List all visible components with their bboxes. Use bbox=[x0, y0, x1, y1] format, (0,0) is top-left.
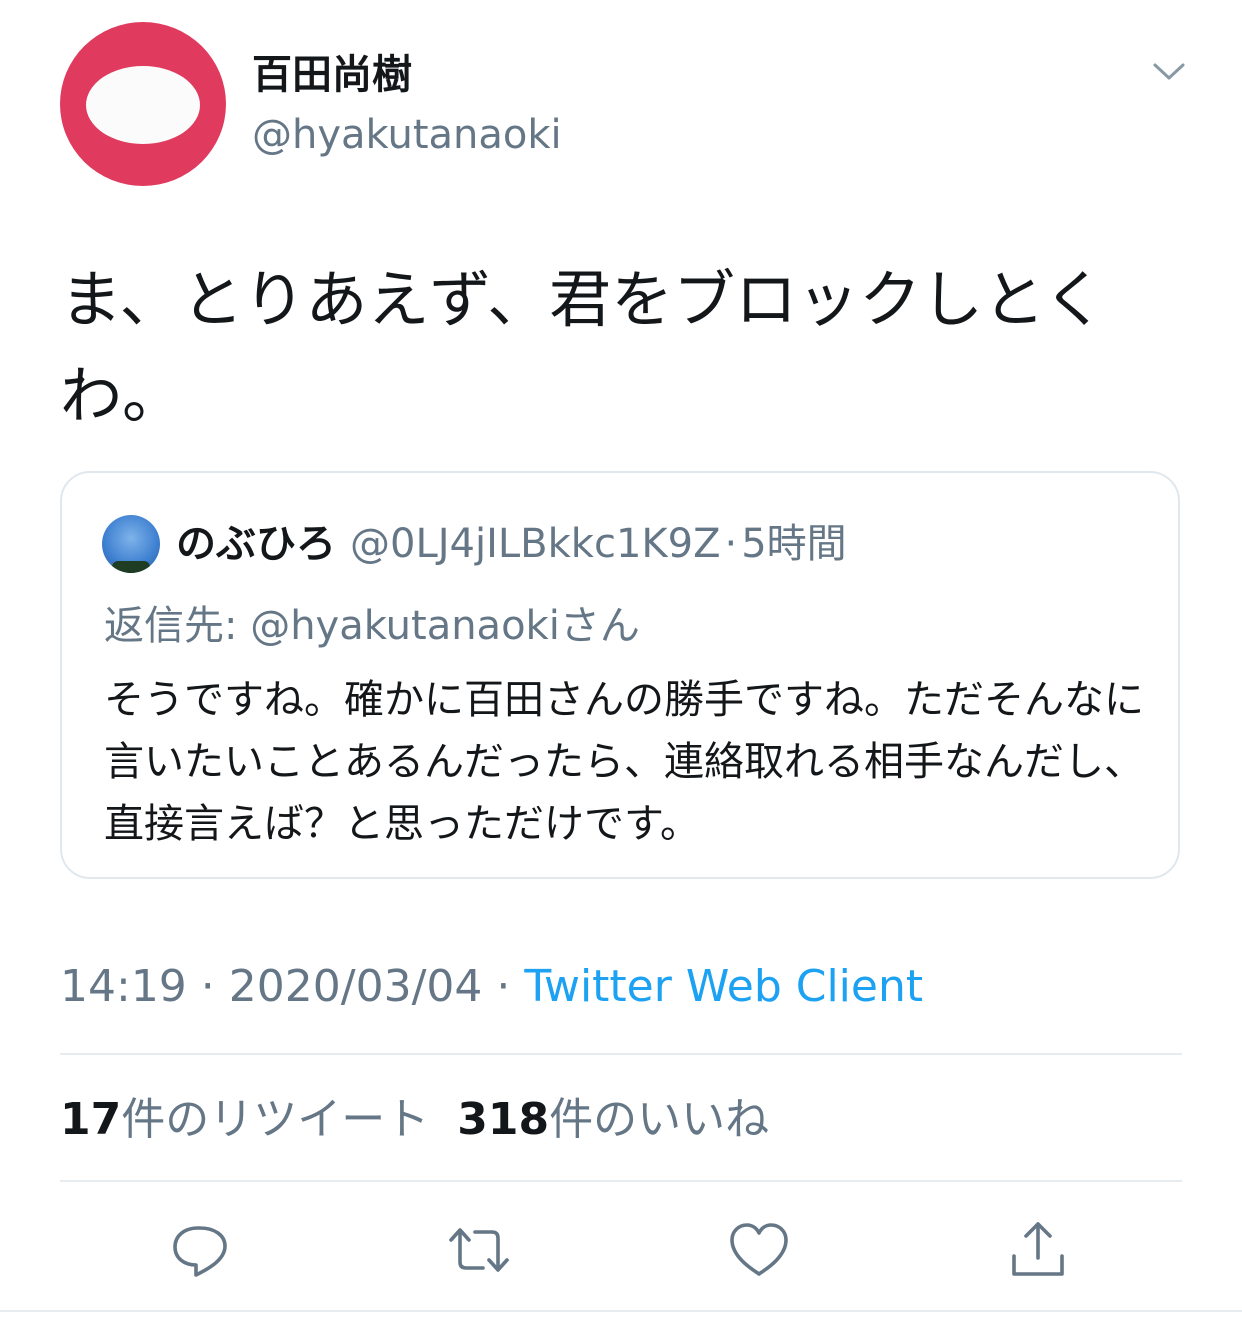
chevron-down-icon[interactable] bbox=[1150, 56, 1188, 86]
quoted-handle[interactable]: @0LJ4jILBkkc1K9Z bbox=[350, 521, 720, 567]
meta-separator: · bbox=[482, 961, 525, 1012]
client-link[interactable]: Twitter Web Client bbox=[524, 961, 923, 1012]
divider bbox=[60, 1180, 1182, 1182]
quoted-avatar[interactable] bbox=[102, 515, 160, 573]
divider bbox=[0, 1310, 1242, 1312]
retweet-stat[interactable]: 17件のリツイート bbox=[60, 1094, 429, 1145]
like-stat[interactable]: 318件のいいね bbox=[457, 1094, 769, 1145]
like-label: 件のいいね bbox=[549, 1094, 770, 1145]
meta-separator: · bbox=[186, 961, 229, 1012]
author-handle[interactable]: @hyakutanaoki bbox=[252, 108, 562, 162]
retweet-icon[interactable] bbox=[447, 1218, 511, 1282]
quoted-time: 5時間 bbox=[741, 521, 847, 567]
divider bbox=[60, 1053, 1182, 1055]
retweet-count: 17 bbox=[60, 1094, 122, 1145]
tweet-date: 2020/03/04 bbox=[228, 961, 483, 1012]
tweet-meta: 14:19 · 2020/03/04 · Twitter Web Client bbox=[60, 957, 923, 1017]
retweet-label: 件のリツイート bbox=[121, 1094, 430, 1145]
quoted-text: そうですね。確かに百田さんの勝手ですね。ただそんなに言いたいことあるんだったら、… bbox=[104, 677, 1144, 847]
tweet-time: 14:19 bbox=[60, 961, 187, 1012]
tweet-stats: 17件のリツイート 318件のいいね bbox=[60, 1090, 769, 1150]
author-avatar[interactable] bbox=[60, 22, 226, 186]
author-display-name[interactable]: 百田尚樹 bbox=[252, 48, 412, 102]
tweet-text: ま、とりあえず、君をブロックしとくわ。 bbox=[60, 263, 1106, 432]
quoted-reply-to: 返信先: @hyakutanaokiさん bbox=[104, 603, 640, 649]
quoted-header: のぶひろ @0LJ4jILBkkc1K9Z · 5時間 bbox=[176, 515, 847, 573]
like-count: 318 bbox=[457, 1094, 550, 1145]
quoted-tweet[interactable]: のぶひろ @0LJ4jILBkkc1K9Z · 5時間 返信先: @hyakutana… bbox=[60, 471, 1180, 879]
quoted-display-name[interactable]: のぶひろ bbox=[176, 521, 336, 567]
quoted-separator: · bbox=[724, 521, 738, 567]
reply-icon[interactable] bbox=[168, 1218, 232, 1282]
heart-icon[interactable] bbox=[727, 1218, 791, 1282]
share-icon[interactable] bbox=[1006, 1218, 1070, 1282]
